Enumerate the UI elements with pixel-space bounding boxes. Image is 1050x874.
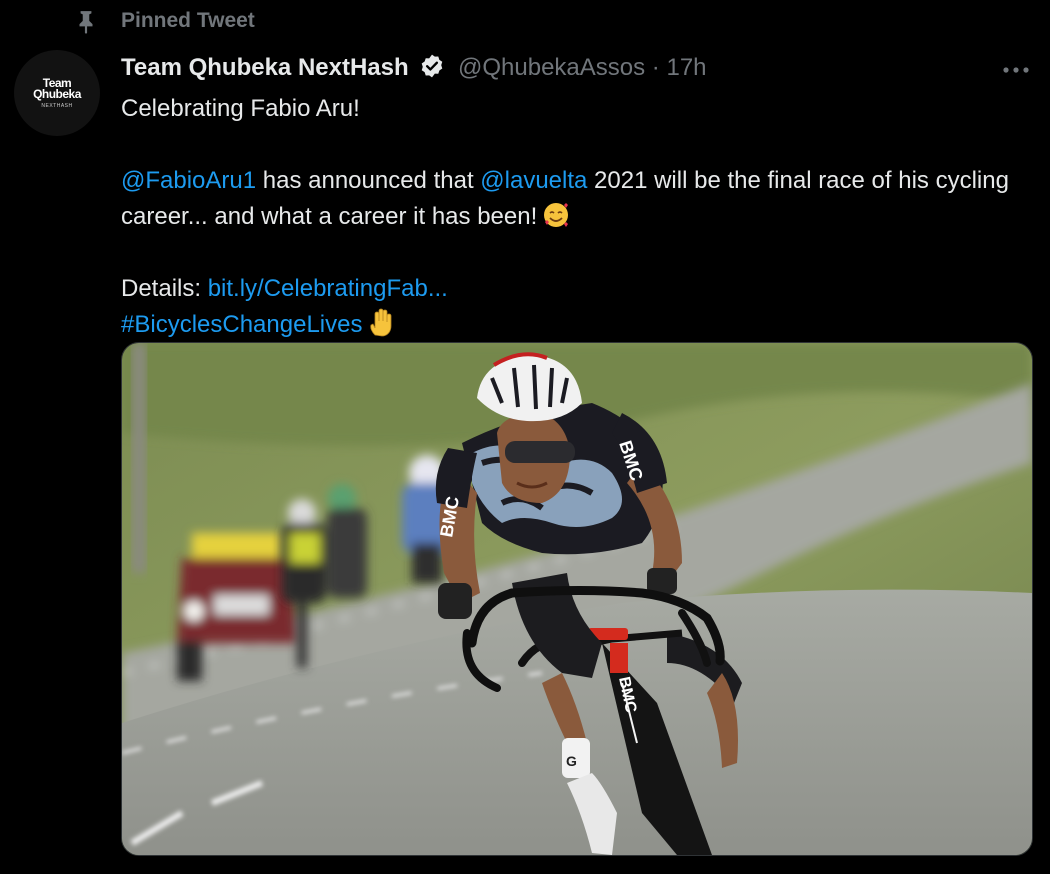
details-link[interactable]: bit.ly/CelebratingFab... — [208, 275, 448, 302]
mention-lavuelta[interactable]: @lavuelta — [480, 167, 587, 194]
tweet-text-a: has announced that — [256, 167, 481, 194]
tweet-timestamp[interactable]: 17h — [666, 54, 706, 81]
tweet-body: Celebrating Fabio Aru! @FabioAru1 has an… — [121, 91, 1031, 343]
sock-brand-label: G — [566, 753, 577, 769]
smiling-face-with-hearts-emoji-icon — [544, 203, 569, 227]
details-label: Details: — [121, 275, 208, 302]
tweet-line-intro: Celebrating Fabio Aru! — [121, 95, 360, 122]
avatar-logo-line2: Qhubeka — [33, 87, 81, 101]
author-handle[interactable]: @QhubekaAssos — [458, 54, 645, 81]
mention-fabioaru1[interactable]: @FabioAru1 — [121, 167, 256, 194]
pinned-label: Pinned Tweet — [121, 9, 255, 32]
avatar-logo: Team Qhubeka — [14, 77, 100, 101]
hashtag-bicycleschangelives[interactable]: #BicyclesChangeLives — [121, 311, 362, 338]
author-name[interactable]: Team Qhubeka NextHash — [121, 54, 409, 81]
pin-icon — [79, 11, 93, 34]
tweet-paragraph-announcement: @FabioAru1 has announced that @lavuelta … — [121, 163, 1031, 235]
avatar[interactable]: Team Qhubeka NEXTHASH — [14, 50, 100, 136]
tweet-header: Team Qhubeka NextHash @QhubekaAssos · 17… — [121, 53, 707, 85]
avatar-logo-sub: NEXTHASH — [41, 103, 73, 109]
tweet-line-details: Details: bit.ly/CelebratingFab... — [121, 271, 1031, 307]
verified-badge-icon — [422, 54, 443, 78]
tweet-line-hashtag: #BicyclesChangeLives — [121, 307, 1031, 343]
raised-hand-emoji-icon — [370, 308, 392, 337]
cyclist-photo: BMC BMC BMC G — [122, 343, 1032, 855]
separator-dot: · — [651, 54, 660, 81]
pinned-tweet-row: Pinned Tweet — [0, 0, 1050, 44]
tweet-media-photo[interactable]: BMC BMC BMC G — [121, 342, 1033, 856]
more-options-icon[interactable] — [996, 56, 1036, 84]
